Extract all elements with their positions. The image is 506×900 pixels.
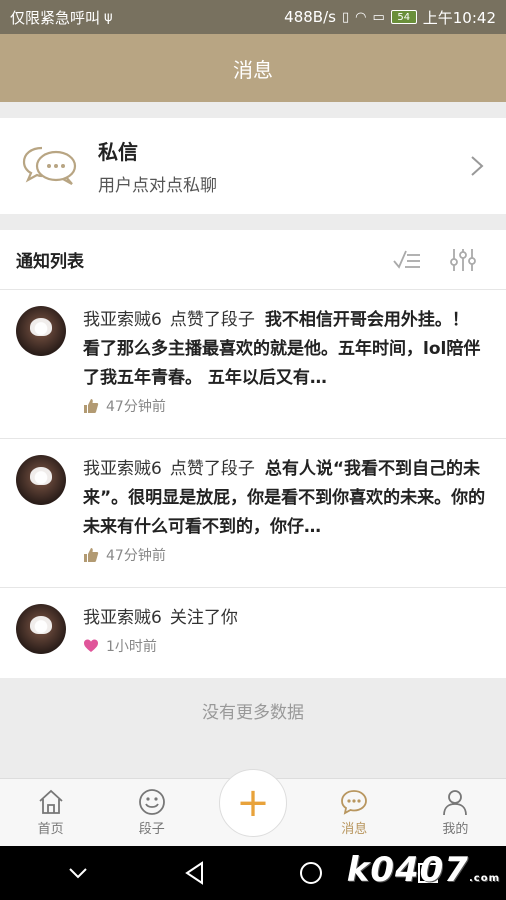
home-button-icon[interactable] — [298, 860, 324, 886]
notice-action: 点赞了段子 — [169, 310, 255, 330]
tab-messages[interactable]: 消息 — [304, 779, 405, 846]
thumbs-up-icon — [84, 399, 99, 413]
private-message-entry[interactable]: 私信 用户点对点私聊 — [0, 118, 506, 214]
status-bar: 仅限紧急呼叫 ψ 488B/s ▯ ◠ ▭ 54 上午10:42 — [0, 0, 506, 34]
message-icon — [341, 790, 368, 815]
tab-post: + — [202, 769, 303, 846]
tab-label: 段子 — [138, 822, 165, 837]
heart-icon — [84, 639, 98, 652]
avatar[interactable] — [16, 604, 66, 654]
tab-bar: 首页 段子 + 消息 我的 — [0, 769, 506, 846]
title-bar: 消息 — [0, 34, 506, 102]
chevron-down-icon[interactable] — [65, 860, 91, 886]
notice-time: 47分钟前 — [106, 399, 166, 415]
tab-jokes[interactable]: 段子 — [101, 779, 202, 846]
notice-item[interactable]: 我亚索贼6 点赞了段子 总有人说“我看不到自己的未来”。很明显是放屁，你是看不到你喜… — [0, 439, 506, 588]
sim-icon: ▭ — [372, 9, 385, 25]
notice-item[interactable]: 我亚索贼6 关注了你 1小时前 — [0, 588, 506, 677]
notice-title: 通知列表 — [16, 252, 84, 272]
chat-bubbles-icon — [22, 146, 77, 185]
clock: 上午10:42 — [422, 8, 496, 27]
notice-section: 通知列表 我亚索贼6 点赞了段子 我不相信开哥会用外挂。！ 看了那么多主播最喜欢的就… — [0, 230, 506, 678]
notice-time: 1小时前 — [106, 639, 157, 655]
page-title: 消息 — [233, 57, 273, 82]
back-icon[interactable] — [182, 860, 208, 886]
tab-label: 消息 — [341, 822, 368, 837]
mark-read-icon[interactable] — [392, 247, 422, 273]
tab-label: 我的 — [442, 822, 469, 837]
notice-user[interactable]: 我亚索贼6 — [83, 459, 162, 479]
notice-user[interactable]: 我亚索贼6 — [83, 608, 162, 628]
usb-icon: ψ — [104, 9, 113, 25]
avatar[interactable] — [16, 306, 66, 356]
profile-icon — [443, 790, 468, 816]
avatar[interactable] — [16, 455, 66, 505]
plus-icon[interactable]: + — [219, 769, 287, 837]
filter-sliders-icon[interactable] — [448, 247, 478, 273]
private-message-title: 私信 — [98, 140, 138, 164]
tab-home[interactable]: 首页 — [0, 779, 101, 846]
carrier-text: 仅限紧急呼叫 — [10, 8, 101, 27]
no-more-data-text: 没有更多数据 — [202, 702, 304, 723]
smile-icon — [138, 789, 165, 815]
notice-user[interactable]: 我亚索贼6 — [83, 310, 162, 330]
tab-label: 首页 — [37, 822, 64, 837]
vibrate-icon: ▯ — [341, 9, 350, 25]
notice-item[interactable]: 我亚索贼6 点赞了段子 我不相信开哥会用外挂。！ 看了那么多主播最喜欢的就是他。五年… — [0, 290, 506, 439]
battery-icon: 54 — [390, 10, 417, 24]
chevron-right-icon — [471, 156, 484, 176]
notice-header: 通知列表 — [0, 230, 506, 290]
watermark: k0407.com — [346, 850, 500, 890]
home-icon — [38, 789, 63, 814]
notice-time: 47分钟前 — [106, 548, 166, 564]
tab-me[interactable]: 我的 — [405, 779, 506, 846]
wifi-icon: ◠ — [355, 9, 367, 25]
notice-action: 关注了你 — [169, 608, 238, 628]
notice-action: 点赞了段子 — [169, 459, 255, 479]
private-message-subtitle: 用户点对点私聊 — [98, 176, 217, 196]
thumbs-up-icon — [84, 548, 99, 562]
network-speed: 488B/s — [284, 8, 336, 26]
